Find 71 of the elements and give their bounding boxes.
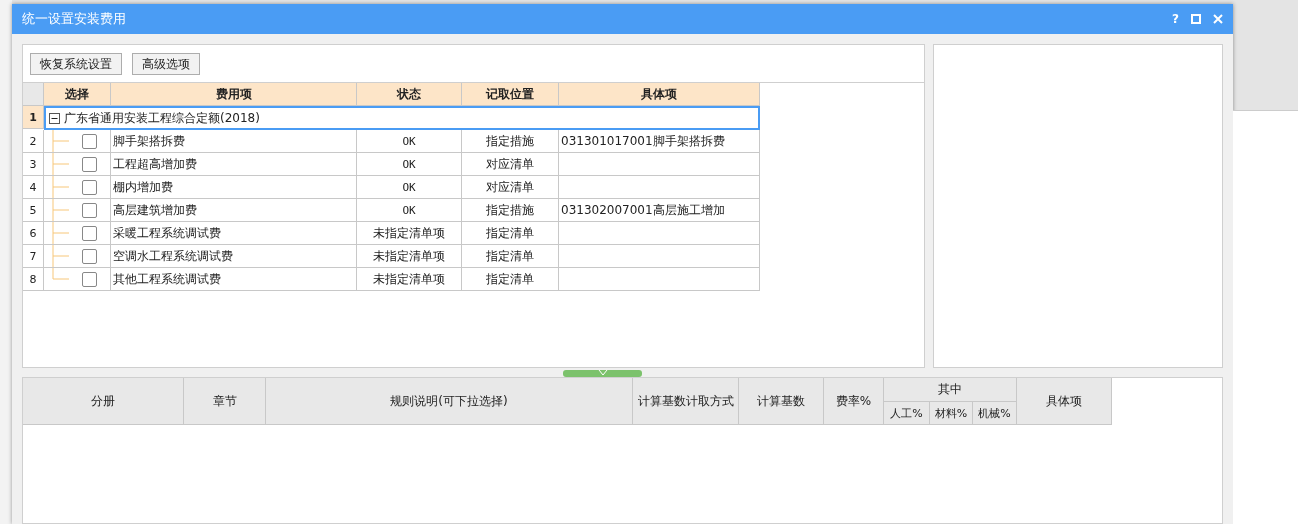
status-text: OK [402, 180, 416, 194]
column-header: 分册 [23, 378, 184, 425]
group-label: 广东省通用安装工程综合定额(2018) [64, 109, 260, 127]
fee-item: 空调水工程系统调试费 [113, 247, 233, 265]
status-text: OK [402, 203, 416, 217]
column-header: 章节 [184, 378, 266, 425]
checkbox[interactable] [82, 248, 97, 264]
detail-text: 031301017001脚手架搭拆费 [561, 132, 725, 150]
checkbox[interactable] [82, 225, 97, 241]
row-number: 8 [23, 268, 44, 291]
column-header: 规则说明(可下拉选择) [266, 378, 633, 425]
column-header: 记取位置 [462, 83, 559, 106]
row-number: 3 [23, 153, 44, 176]
column-header: 选择 [44, 83, 111, 106]
checkbox[interactable] [82, 156, 97, 172]
checkbox[interactable] [82, 271, 97, 287]
collapse-icon[interactable] [49, 112, 60, 124]
status-text: OK [402, 157, 416, 171]
column-header: 材料% [930, 402, 973, 425]
position-text: 指定措施 [486, 201, 534, 219]
chevron-down-icon [597, 370, 608, 376]
maximize-icon [1191, 14, 1201, 24]
splitter-handle[interactable] [563, 370, 642, 377]
tree-line-drawing [52, 222, 70, 244]
group-row[interactable]: 广东省通用安装工程综合定额(2018) [44, 106, 760, 130]
tree-line-drawing [52, 176, 70, 198]
close-icon [1213, 14, 1223, 24]
column-header: 人工% [884, 402, 930, 425]
column-header: 机械% [973, 402, 1017, 425]
status-text: OK [402, 134, 416, 148]
fee-item: 高层建筑增加费 [113, 201, 197, 219]
checkbox[interactable] [82, 133, 97, 149]
fee-item: 其他工程系统调试费 [113, 270, 221, 288]
position-text: 指定措施 [486, 132, 534, 150]
tree-line-drawing [52, 199, 70, 221]
column-header: 具体项 [559, 83, 760, 106]
checkbox[interactable] [82, 202, 97, 218]
position-text: 对应清单 [486, 155, 534, 173]
position-text: 指定清单 [486, 270, 534, 288]
row-number: 2 [23, 130, 44, 153]
row-number: 7 [23, 245, 44, 268]
restore-defaults-button[interactable]: 恢复系统设置 [30, 53, 122, 75]
tree-line-drawing [52, 130, 70, 152]
position-text: 指定清单 [486, 224, 534, 242]
row-number: 6 [23, 222, 44, 245]
column-header: 具体项 [1017, 378, 1112, 425]
close-button[interactable] [1213, 14, 1223, 24]
tree-line-drawing [52, 153, 70, 175]
fee-item: 棚内增加费 [113, 178, 173, 196]
column-header: 费用项 [111, 83, 357, 106]
maximize-button[interactable] [1191, 14, 1201, 24]
fee-item: 脚手架搭拆费 [113, 132, 185, 150]
status-text: 未指定清单项 [373, 270, 445, 288]
column-header: 费率% [824, 378, 884, 425]
status-text: 未指定清单项 [373, 224, 445, 242]
position-text: 对应清单 [486, 178, 534, 196]
position-text: 指定清单 [486, 247, 534, 265]
row-number: 5 [23, 199, 44, 222]
window-title: 统一设置安装费用 [22, 10, 127, 28]
column-header: 计算基数计取方式 [633, 378, 739, 425]
column-header: 计算基数 [739, 378, 824, 425]
row-number: 1 [23, 106, 44, 129]
advanced-options-button[interactable]: 高级选项 [132, 53, 200, 75]
row-number: 4 [23, 176, 44, 199]
status-text: 未指定清单项 [373, 247, 445, 265]
fee-item: 采暖工程系统调试费 [113, 224, 221, 242]
fee-item: 工程超高增加费 [113, 155, 197, 173]
column-header: 其中 [884, 378, 1017, 402]
checkbox[interactable] [82, 179, 97, 195]
detail-text: 031302007001高层施工增加 [561, 201, 725, 219]
column-header: 状态 [357, 83, 462, 106]
